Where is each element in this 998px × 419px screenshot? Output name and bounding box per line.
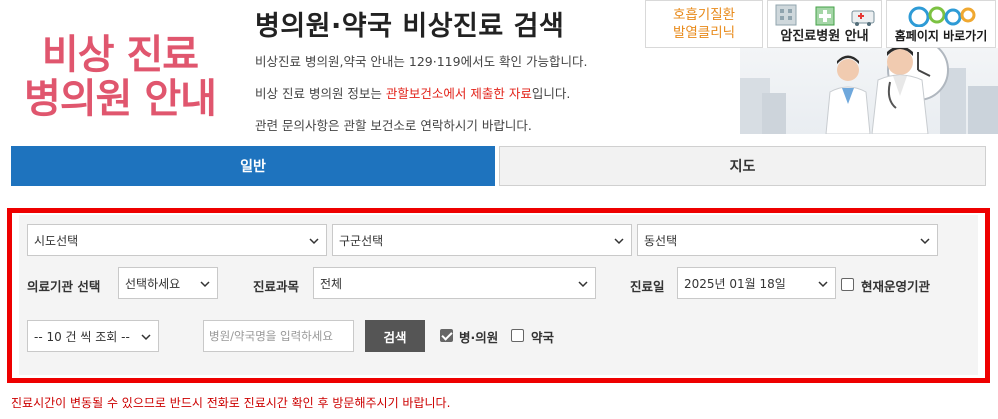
cancer-banner-label: 암진료병원 안내 <box>780 29 869 44</box>
respiratory-banner-line-1: 호흡기질환 <box>672 7 736 23</box>
department-select-value: 전체 <box>320 276 343 291</box>
date-select[interactable]: 2025년 01월 18일 <box>677 267 836 299</box>
pharmacy-checkbox[interactable] <box>511 329 524 342</box>
notice-text: 진료시간이 변동될 수 있으므로 반드시 전화로 진료시간 확인 후 방문해주시… <box>11 396 451 410</box>
hospital-label: 병·의원 <box>459 330 499 345</box>
service-logo: 비상 진료 병의원 안내 <box>0 0 240 140</box>
operating-checkbox[interactable] <box>841 278 854 291</box>
chevron-down-icon <box>141 334 151 341</box>
page-title: 병의원·약국 비상진료 검색 <box>255 11 565 42</box>
hospital-building-icon <box>775 4 875 26</box>
chevron-down-icon <box>309 238 319 245</box>
chevron-down-icon <box>818 281 828 288</box>
institution-select-value: 선택하세요 <box>125 276 181 291</box>
department-select[interactable]: 전체 <box>313 267 596 299</box>
info-line-2: 비상 진료 병의원 정보는 관할보건소에서 제출한 자료입니다. <box>255 83 570 102</box>
department-label: 진료과목 <box>253 279 300 294</box>
respiratory-banner-line-2: 발열클리닉 <box>672 25 736 41</box>
dong-select[interactable]: 동선택 <box>637 224 938 256</box>
egen-logo-icon <box>908 6 976 27</box>
chevron-down-icon <box>920 238 930 245</box>
info-line-3: 관련 문의사항은 관할 보건소로 연락하시기 바랍니다. <box>255 118 532 133</box>
operating-label: 현재운영기관 <box>861 279 931 294</box>
chevron-down-icon <box>578 281 588 288</box>
info-line-2-after: 입니다. <box>531 86 571 101</box>
page-size-select[interactable]: -- 10 건 씩 조회 -- <box>27 320 159 352</box>
logo-line-2: 병의원 안내 <box>24 76 217 122</box>
homepage-banner[interactable]: 홈페이지 바로가기 <box>886 0 996 48</box>
info-line-2-highlight: 관할보건소에서 제출한 자료 <box>385 86 532 101</box>
tab-general[interactable]: 일반 <box>11 146 495 186</box>
gugun-select-value: 구군선택 <box>339 233 384 248</box>
name-search-input[interactable]: 병원/약국명을 입력하세요 <box>203 320 354 352</box>
institution-select[interactable]: 선택하세요 <box>118 267 218 299</box>
gugun-select[interactable]: 구군선택 <box>332 224 632 256</box>
sido-select[interactable]: 시도선택 <box>27 224 327 256</box>
pharmacy-label: 약국 <box>531 330 555 345</box>
page: 비상 진료 병의원 안내 병의원·약국 비상진료 검색 비상진료 병의원,약국 … <box>0 0 998 419</box>
sido-select-value: 시도선택 <box>34 233 79 248</box>
search-button[interactable]: 검색 <box>365 320 425 352</box>
chevron-down-icon <box>200 281 210 288</box>
date-select-value: 2025년 01월 18일 <box>684 276 786 291</box>
doctors-illustration <box>740 48 998 134</box>
institution-label: 의료기관 선택 <box>27 279 101 294</box>
page-size-value: -- 10 건 씩 조회 -- <box>34 329 130 344</box>
dong-select-value: 동선택 <box>644 233 678 248</box>
chevron-down-icon <box>614 238 624 245</box>
cancer-hospital-banner[interactable]: 암진료병원 안내 <box>767 0 882 48</box>
date-label: 진료일 <box>630 279 665 294</box>
info-line-2-before: 비상 진료 병의원 정보는 <box>255 86 386 101</box>
hospital-checkbox[interactable] <box>440 329 453 342</box>
respiratory-clinic-banner[interactable]: 호흡기질환 발열클리닉 <box>645 0 763 48</box>
tab-map[interactable]: 지도 <box>499 146 986 186</box>
homepage-banner-label: 홈페이지 바로가기 <box>894 29 988 43</box>
info-line-1: 비상진료 병의원,약국 안내는 129·119에서도 확인 가능합니다. <box>255 54 588 69</box>
